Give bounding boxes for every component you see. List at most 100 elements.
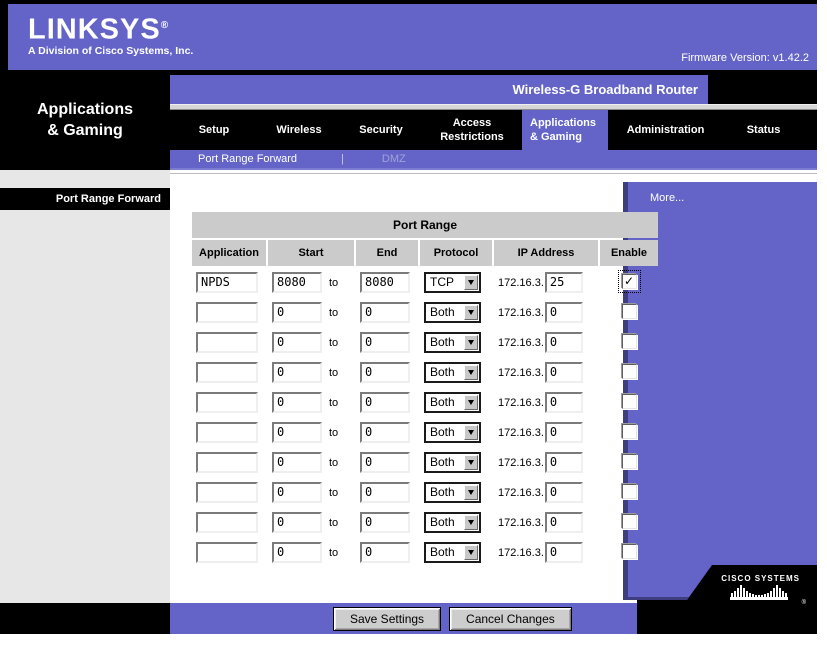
banner-background: LINKSYS® A Division of Cisco Systems, In… (8, 4, 817, 70)
subnav-separator: | (341, 153, 344, 165)
dropdown-arrow-icon[interactable] (464, 545, 478, 560)
protocol-value: TCP (426, 275, 464, 289)
col-application: Application (192, 240, 266, 266)
start-port-input[interactable] (272, 362, 322, 383)
enable-checkbox[interactable] (622, 454, 637, 469)
application-input[interactable] (196, 542, 258, 563)
firmware-version: Firmware Version: v1.42.2 (681, 52, 809, 64)
enable-checkbox[interactable] (622, 304, 637, 319)
ip-host-input[interactable] (545, 302, 583, 323)
application-input[interactable] (196, 422, 258, 443)
protocol-select[interactable]: Both (424, 392, 481, 413)
end-port-input[interactable] (360, 422, 410, 443)
start-port-input[interactable] (272, 302, 322, 323)
end-port-input[interactable] (360, 512, 410, 533)
protocol-select[interactable]: TCP (424, 272, 481, 293)
tab-status[interactable]: Status (723, 110, 804, 150)
end-port-input[interactable] (360, 482, 410, 503)
ip-host-input[interactable] (545, 332, 583, 353)
tab-wireless[interactable]: Wireless (258, 110, 340, 150)
dropdown-arrow-icon[interactable] (464, 335, 478, 350)
cisco-bridge-icon (729, 584, 793, 601)
enable-checkbox[interactable]: ✓ (622, 274, 637, 289)
ip-prefix: 172.16.3. (498, 367, 544, 379)
dropdown-arrow-icon[interactable] (464, 305, 478, 320)
ip-host-input[interactable] (545, 392, 583, 413)
linksys-tagline: A Division of Cisco Systems, Inc. (28, 45, 193, 57)
tab-security[interactable]: Security (340, 110, 422, 150)
end-port-input[interactable] (360, 302, 410, 323)
more-link[interactable]: More... (650, 192, 684, 204)
enable-checkbox[interactable] (622, 424, 637, 439)
enable-checkbox[interactable] (622, 514, 637, 529)
protocol-select[interactable]: Both (424, 422, 481, 443)
start-port-input[interactable] (272, 482, 322, 503)
ip-host-input[interactable] (545, 512, 583, 533)
enable-checkbox[interactable] (622, 484, 637, 499)
ip-host-input[interactable] (545, 542, 583, 563)
protocol-select[interactable]: Both (424, 362, 481, 383)
enable-checkbox[interactable] (622, 334, 637, 349)
ip-host-input[interactable] (545, 422, 583, 443)
ip-host-input[interactable] (545, 482, 583, 503)
application-input[interactable] (196, 362, 258, 383)
start-port-input[interactable] (272, 452, 322, 473)
dropdown-arrow-icon[interactable] (464, 425, 478, 440)
port-forward-row: to Both 172.16.3. (192, 448, 658, 476)
ip-host-input[interactable] (545, 362, 583, 383)
dropdown-arrow-icon[interactable] (464, 455, 478, 470)
end-port-input[interactable] (360, 452, 410, 473)
enable-checkbox[interactable] (622, 394, 637, 409)
end-port-input[interactable] (360, 392, 410, 413)
application-input[interactable] (196, 272, 258, 293)
start-port-input[interactable] (272, 512, 322, 533)
tab-administration[interactable]: Administration (608, 110, 723, 150)
application-input[interactable] (196, 302, 258, 323)
tab-access-restrictions[interactable]: Access Restrictions (422, 110, 522, 150)
start-port-input[interactable] (272, 392, 322, 413)
page-label: Port Range Forward (0, 188, 170, 210)
protocol-select[interactable]: Both (424, 302, 481, 323)
subnav-port-range-forward[interactable]: Port Range Forward (198, 153, 297, 165)
end-port-input[interactable] (360, 362, 410, 383)
dropdown-arrow-icon[interactable] (464, 275, 478, 290)
protocol-select[interactable]: Both (424, 482, 481, 503)
start-port-input[interactable] (272, 272, 322, 293)
tab-setup[interactable]: Setup (170, 110, 258, 150)
application-input[interactable] (196, 392, 258, 413)
ip-host-input[interactable] (545, 272, 583, 293)
start-port-input[interactable] (272, 422, 322, 443)
protocol-select[interactable]: Both (424, 332, 481, 353)
end-port-input[interactable] (360, 272, 410, 293)
dropdown-arrow-icon[interactable] (464, 515, 478, 530)
dropdown-arrow-icon[interactable] (464, 485, 478, 500)
application-input[interactable] (196, 452, 258, 473)
tab-applications-gaming[interactable]: Applications & Gaming (522, 110, 608, 150)
protocol-select[interactable]: Both (424, 542, 481, 563)
to-label: to (329, 457, 338, 469)
enable-checkbox[interactable] (622, 364, 637, 379)
application-input[interactable] (196, 512, 258, 533)
action-bar: Save Settings Cancel Changes (170, 603, 640, 634)
protocol-value: Both (426, 305, 464, 319)
port-forward-row: to Both 172.16.3. (192, 328, 658, 356)
cancel-changes-button[interactable]: Cancel Changes (449, 607, 572, 631)
start-port-input[interactable] (272, 542, 322, 563)
registered-mark-icon: ® (161, 20, 168, 31)
ip-host-input[interactable] (545, 452, 583, 473)
save-settings-button[interactable]: Save Settings (333, 607, 441, 631)
protocol-select[interactable]: Both (424, 512, 481, 533)
end-port-input[interactable] (360, 542, 410, 563)
enable-checkbox[interactable] (622, 544, 637, 559)
ip-prefix: 172.16.3. (498, 457, 544, 469)
dropdown-arrow-icon[interactable] (464, 365, 478, 380)
dropdown-arrow-icon[interactable] (464, 395, 478, 410)
application-input[interactable] (196, 482, 258, 503)
protocol-select[interactable]: Both (424, 452, 481, 473)
start-port-input[interactable] (272, 332, 322, 353)
subnav-dmz[interactable]: DMZ (382, 153, 406, 165)
application-input[interactable] (196, 332, 258, 353)
end-port-input[interactable] (360, 332, 410, 353)
protocol-value: Both (426, 545, 464, 559)
to-label: to (329, 517, 338, 529)
